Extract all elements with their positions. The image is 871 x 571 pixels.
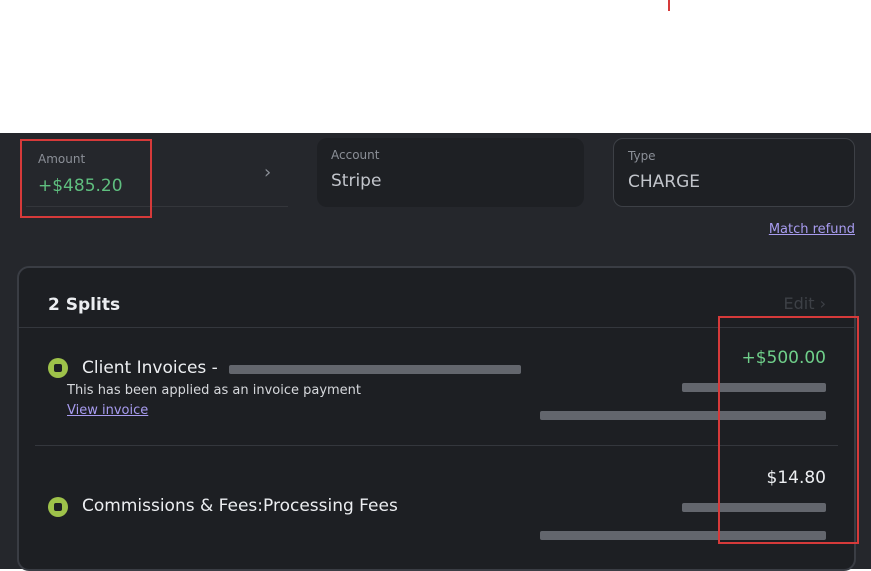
type-label: Type bbox=[628, 149, 656, 163]
edit-splits-button[interactable]: Edit › bbox=[784, 294, 826, 313]
type-value: CHARGE bbox=[628, 172, 701, 192]
view-invoice-link[interactable]: View invoice bbox=[67, 403, 148, 418]
split-note: This has been applied as an invoice paym… bbox=[67, 383, 362, 398]
match-refund-link[interactable]: Match refund bbox=[769, 222, 855, 237]
highlight-box-split-amounts bbox=[718, 316, 859, 544]
split-category-name: Commissions & Fees:Processing Fees bbox=[82, 496, 398, 516]
splits-title: 2 Splits bbox=[48, 295, 121, 315]
top-blank-area bbox=[0, 0, 871, 133]
type-field[interactable]: Type CHARGE bbox=[613, 138, 855, 207]
chevron-right-icon[interactable]: › bbox=[264, 162, 271, 183]
redacted-text bbox=[229, 365, 521, 374]
account-label: Account bbox=[331, 148, 380, 162]
account-value: Stripe bbox=[331, 171, 382, 191]
briefcase-icon bbox=[48, 358, 68, 378]
account-field[interactable]: Account Stripe bbox=[317, 138, 584, 207]
briefcase-icon bbox=[48, 497, 68, 517]
highlight-box-amount bbox=[20, 139, 152, 218]
annotation-mark bbox=[668, 0, 670, 11]
split-category-name: Client Invoices - bbox=[82, 358, 218, 378]
